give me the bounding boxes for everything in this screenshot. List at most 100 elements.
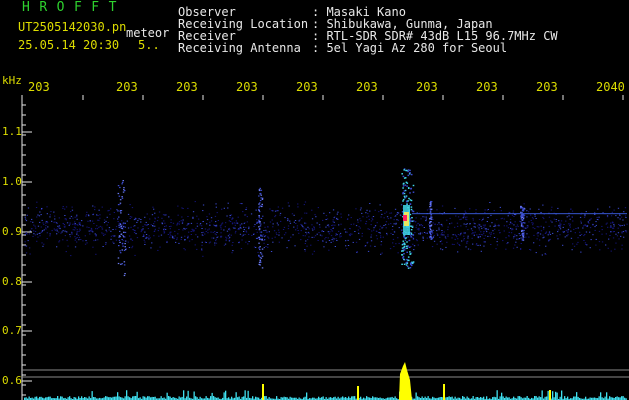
noise-pixel	[173, 237, 175, 239]
noise-pixel	[585, 243, 587, 245]
streak-pixel	[430, 218, 433, 220]
noise-pixel	[562, 244, 564, 246]
noise-pixel	[262, 215, 264, 217]
noise-pixel	[499, 232, 501, 234]
streak-pixel	[258, 236, 260, 238]
noise-pixel	[150, 247, 152, 249]
noise-pixel	[170, 225, 172, 227]
noise-pixel	[134, 219, 136, 220]
noise-pixel	[72, 223, 74, 225]
noise-pixel	[125, 248, 127, 249]
noise-pixel	[256, 231, 258, 233]
meter-bar	[574, 396, 576, 400]
noise-pixel	[158, 235, 160, 237]
streak-pixel	[429, 227, 431, 229]
noise-pixel	[286, 247, 288, 249]
noise-pixel	[97, 215, 99, 216]
noise-pixel	[108, 209, 110, 211]
noise-pixel	[554, 225, 556, 227]
streak-pixel	[258, 216, 260, 218]
noise-pixel	[482, 219, 484, 220]
noise-pixel	[210, 217, 213, 219]
meter-bar	[247, 390, 249, 400]
noise-pixel	[54, 229, 56, 231]
noise-pixel	[335, 234, 337, 236]
noise-pixel	[76, 237, 78, 238]
noise-pixel	[420, 224, 422, 226]
noise-pixel	[224, 226, 226, 228]
noise-pixel	[433, 240, 436, 242]
noise-pixel	[623, 224, 625, 226]
noise-pixel	[376, 222, 378, 224]
noise-pixel	[169, 234, 172, 236]
noise-pixel	[438, 227, 440, 229]
noise-pixel	[501, 217, 503, 219]
noise-pixel	[525, 227, 527, 229]
noise-pixel	[595, 221, 597, 223]
noise-pixel	[520, 237, 522, 239]
noise-pixel	[308, 228, 310, 230]
noise-pixel	[288, 205, 290, 207]
noise-pixel	[254, 224, 256, 226]
meter-bar	[243, 396, 245, 400]
noise-pixel	[507, 227, 510, 229]
noise-pixel	[147, 236, 149, 238]
noise-pixel	[150, 224, 152, 226]
meteor-pixel	[410, 208, 413, 211]
noise-pixel	[498, 224, 500, 226]
noise-pixel	[471, 233, 473, 235]
noise-pixel	[594, 226, 596, 228]
noise-pixel	[507, 215, 509, 217]
noise-pixel	[61, 231, 63, 233]
noise-pixel	[287, 202, 289, 204]
noise-pixel	[154, 217, 156, 219]
noise-pixel	[300, 230, 302, 232]
noise-pixel	[422, 237, 424, 239]
noise-pixel	[512, 210, 515, 212]
meter-bar	[135, 396, 137, 400]
noise-pixel	[332, 240, 334, 242]
meteor-pixel	[407, 174, 410, 177]
noise-pixel	[490, 232, 492, 234]
noise-pixel	[70, 211, 72, 213]
noise-pixel	[621, 244, 623, 246]
noise-pixel	[390, 212, 393, 214]
noise-pixel	[338, 230, 340, 232]
noise-pixel	[244, 214, 247, 216]
noise-pixel	[586, 225, 588, 227]
noise-pixel	[144, 231, 146, 233]
noise-pixel	[475, 209, 477, 211]
meteor-pixel	[412, 210, 415, 213]
noise-pixel	[455, 215, 457, 217]
noise-pixel	[382, 226, 384, 228]
streak-pixel	[524, 222, 526, 224]
noise-pixel	[248, 226, 250, 228]
noise-pixel	[239, 225, 241, 227]
noise-pixel	[499, 206, 501, 208]
meter-bar	[244, 390, 246, 400]
noise-pixel	[160, 234, 163, 236]
noise-pixel	[511, 229, 513, 231]
noise-pixel	[79, 228, 81, 230]
noise-pixel	[210, 231, 212, 233]
noise-pixel	[506, 243, 508, 245]
noise-pixel	[375, 235, 378, 237]
noise-pixel	[45, 228, 47, 230]
noise-pixel	[483, 238, 485, 239]
noise-pixel	[136, 237, 139, 239]
noise-pixel	[455, 235, 457, 237]
noise-pixel	[612, 231, 615, 233]
noise-pixel	[467, 237, 469, 239]
meter-bar	[124, 396, 126, 400]
noise-pixel	[201, 225, 203, 227]
noise-pixel	[567, 234, 569, 236]
noise-pixel	[340, 223, 342, 225]
noise-pixel	[64, 235, 66, 237]
noise-pixel	[462, 217, 464, 219]
noise-pixel	[533, 234, 535, 236]
meter-bar	[394, 396, 396, 400]
meteor-pixel	[411, 226, 414, 228]
noise-pixel	[71, 206, 73, 208]
noise-pixel	[566, 235, 568, 237]
meteor-pixel	[410, 232, 413, 234]
